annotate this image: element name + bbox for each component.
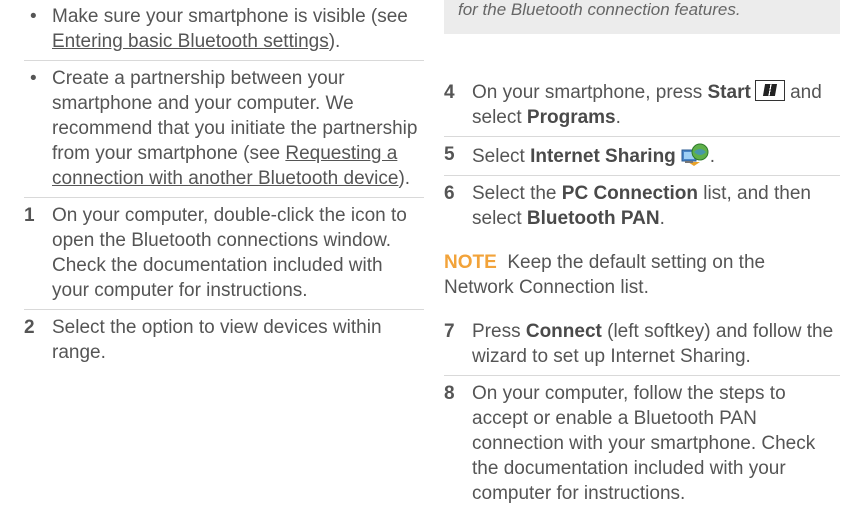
step-number: 1 <box>24 205 35 226</box>
step-7: 7 Press Connect (left softkey) and follo… <box>444 319 840 369</box>
tip-box: for the Bluetooth connection features. <box>444 0 840 34</box>
note: NOTE Keep the default setting on the Net… <box>444 250 840 300</box>
step-text: . <box>709 146 716 167</box>
list-item: • Create a partnership between your smar… <box>24 66 424 191</box>
link-entering-bluetooth-settings[interactable]: Entering basic Bluetooth settings <box>52 31 329 52</box>
step-text: On your computer, follow the steps to ac… <box>472 383 816 504</box>
bullet-icon: • <box>30 68 37 89</box>
divider <box>24 309 424 310</box>
step-2: 2 Select the option to view devices with… <box>24 315 424 365</box>
step-number: 7 <box>444 321 455 342</box>
divider <box>444 136 840 137</box>
step-8: 8 On your computer, follow the steps to … <box>444 381 840 506</box>
divider <box>444 375 840 376</box>
bullet-text-pre: Make sure your smartphone is visible (se… <box>52 6 408 27</box>
step-text: On your smartphone, press <box>472 82 708 103</box>
step-text: Select the option to view devices within… <box>52 317 382 363</box>
left-column: • Make sure your smartphone is visible (… <box>24 4 424 365</box>
connect-label: Connect <box>525 321 602 342</box>
divider <box>24 197 424 198</box>
start-label: Start <box>707 82 751 103</box>
right-column: for the Bluetooth connection features. 4… <box>444 0 840 506</box>
pc-connection-label: PC Connection <box>561 183 698 204</box>
programs-label: Programs <box>526 107 616 128</box>
step-number: 4 <box>444 82 455 103</box>
note-label: NOTE <box>444 252 497 273</box>
step-text: Press <box>472 321 526 342</box>
step-number: 8 <box>444 383 455 404</box>
internet-sharing-icon <box>681 143 709 166</box>
bullet-text-post: ). <box>398 168 411 189</box>
step-text: Select the <box>472 183 562 204</box>
step-6: 6 Select the PC Connection list, and the… <box>444 181 840 231</box>
divider <box>24 60 424 61</box>
bullet-text-post: ). <box>328 31 341 52</box>
step-text: Select <box>472 146 531 167</box>
prerequisite-list: • Make sure your smartphone is visible (… <box>24 4 424 191</box>
step-number: 5 <box>444 144 455 165</box>
step-text: On your computer, double-click the icon … <box>52 205 407 301</box>
windows-start-key-icon <box>754 80 785 101</box>
bullet-icon: • <box>30 6 37 27</box>
bluetooth-pan-label: Bluetooth PAN <box>526 208 660 229</box>
step-number: 6 <box>444 183 455 204</box>
list-item: • Make sure your smartphone is visible (… <box>24 4 424 54</box>
step-5: 5 Select Internet Sharing . <box>444 142 840 169</box>
internet-sharing-label: Internet Sharing <box>530 146 676 167</box>
step-text: . <box>659 208 665 229</box>
step-4: 4 On your smartphone, press Start and se… <box>444 80 840 130</box>
divider <box>444 175 840 176</box>
step-text: . <box>615 107 621 128</box>
step-1: 1 On your computer, double-click the ico… <box>24 203 424 303</box>
step-number: 2 <box>24 317 35 338</box>
tip-text: for the Bluetooth connection features. <box>458 0 741 19</box>
